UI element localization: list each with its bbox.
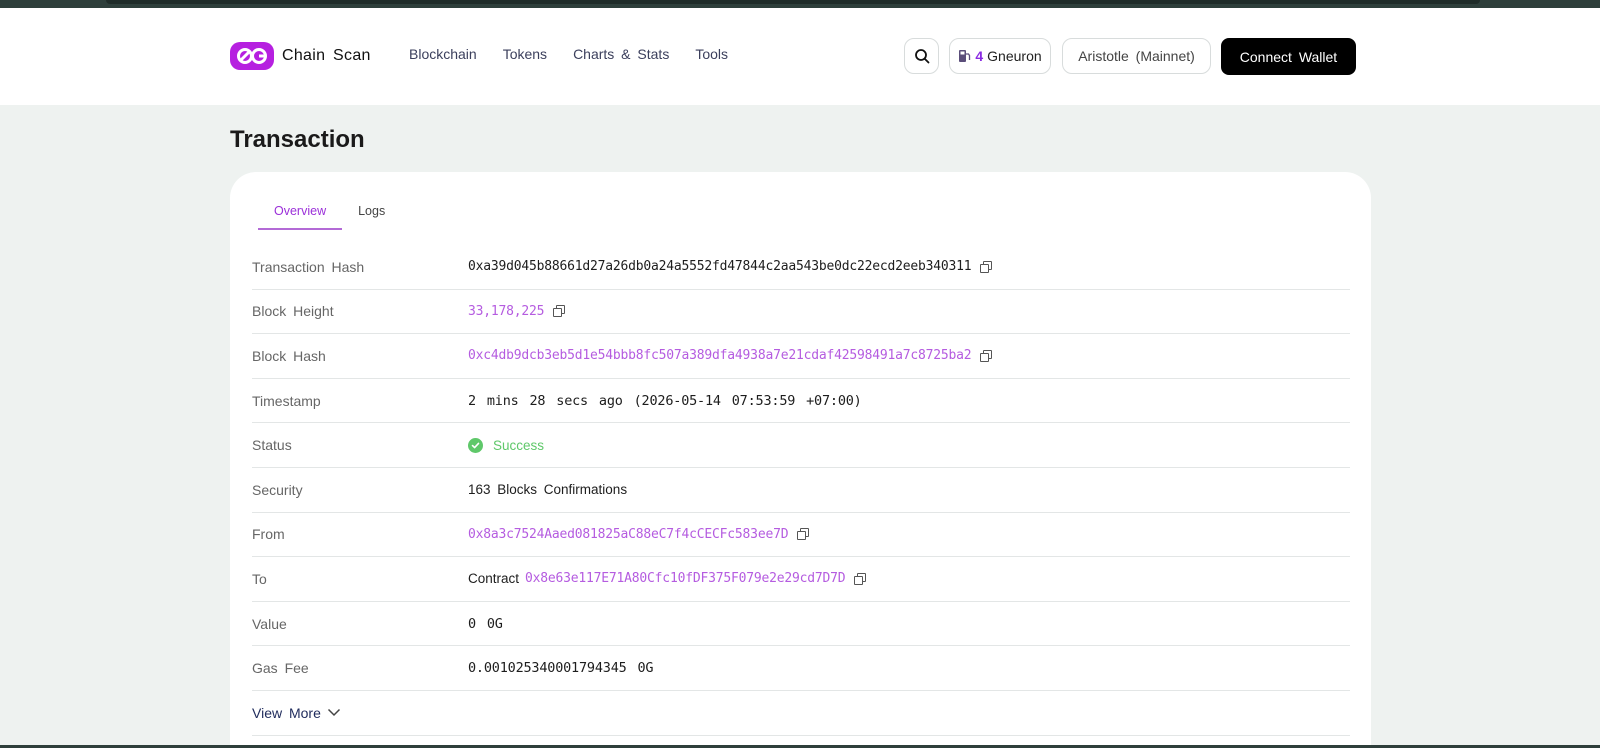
row-block-height: Block Height 33,178,225	[252, 290, 1350, 335]
row-security: Security 163 Blocks Confirmations	[252, 468, 1350, 513]
value-block-hash-wrap: 0xc4db9dcb3eb5d1e54bbb8fc507a389dfa4938a…	[468, 348, 993, 363]
from-address-link[interactable]: 0x8a3c7524Aaed081825aC88eC7f4cCECFc583ee…	[468, 527, 789, 542]
nav-tools[interactable]: Tools	[695, 46, 728, 62]
label-value: Value	[252, 615, 287, 632]
label-from: From	[252, 526, 285, 543]
label-gas-fee: Gas Fee	[252, 660, 309, 677]
nav-charts-stats[interactable]: Charts & Stats	[573, 46, 669, 62]
label-block-hash: Block Hash	[252, 347, 326, 364]
value-to-wrap: Contract 0x8e63e117E71A80Cfc10fDF375F079…	[468, 571, 867, 587]
search-button[interactable]	[904, 38, 939, 74]
value-value: 0 0G	[468, 615, 503, 632]
row-timestamp: Timestamp 2 mins 28 secs ago (2026-05-14…	[252, 379, 1350, 424]
main-nav: Blockchain Tokens Charts & Stats Tools	[409, 46, 728, 62]
search-icon	[914, 49, 929, 64]
browser-top-strip	[0, 0, 1600, 8]
status-badge: Success	[493, 437, 545, 453]
browser-top-strip-inner	[106, 0, 1480, 4]
tab-logs[interactable]: Logs	[342, 195, 401, 230]
row-to: To Contract 0x8e63e117E71A80Cfc10fDF375F…	[252, 557, 1350, 602]
to-address-link[interactable]: 0x8e63e117E71A80Cfc10fDF375F079e2e29cd7D…	[525, 571, 846, 586]
to-prefix: Contract	[468, 571, 520, 587]
label-block-height: Block Height	[252, 303, 334, 320]
page-title: Transaction	[230, 126, 365, 153]
copy-icon[interactable]	[980, 260, 993, 273]
view-more-button[interactable]: View More	[252, 705, 341, 721]
label-transaction-hash: Transaction Hash	[252, 258, 365, 275]
gas-unit: Gneuron	[987, 48, 1042, 64]
logo-mark-icon	[230, 42, 274, 70]
view-more-label: View More	[252, 704, 321, 721]
connect-wallet-button[interactable]: Connect Wallet	[1221, 38, 1356, 75]
check-circle-icon	[468, 437, 483, 453]
value-from-wrap: 0x8a3c7524Aaed081825aC88eC7f4cCECFc583ee…	[468, 527, 810, 542]
copy-icon[interactable]	[797, 528, 810, 541]
logo-text: Chain Scan	[282, 47, 371, 64]
value-block-height-wrap: 33,178,225	[468, 304, 566, 319]
label-security: Security	[252, 481, 303, 498]
transaction-card: Overview Logs Transaction Hash 0xa39d045…	[230, 172, 1371, 748]
row-view-more: View More	[252, 691, 1350, 736]
label-to: To	[252, 570, 267, 587]
row-from: From 0x8a3c7524Aaed081825aC88eC7f4cCECFc…	[252, 513, 1350, 558]
copy-icon[interactable]	[980, 349, 993, 362]
value-security: 163 Blocks Confirmations	[468, 482, 628, 498]
row-status: Status Success	[252, 423, 1350, 468]
value-transaction-hash: 0xa39d045b88661d27a26db0a24a5552fd47844c…	[468, 259, 972, 275]
logo[interactable]: Chain Scan	[230, 42, 371, 70]
copy-icon[interactable]	[854, 572, 867, 585]
tab-overview[interactable]: Overview	[258, 195, 343, 230]
gas-value: 4	[975, 48, 984, 64]
value-timestamp: 2 mins 28 secs ago (2026-05-14 07:53:59 …	[468, 392, 862, 409]
gas-pump-icon	[959, 50, 971, 62]
nav-tokens[interactable]: Tokens	[503, 46, 547, 62]
row-gas-fee: Gas Fee 0.001025340001794345 0G	[252, 646, 1350, 691]
nav-blockchain[interactable]: Blockchain	[409, 46, 477, 62]
details-list: Transaction Hash 0xa39d045b88661d27a26db…	[252, 245, 1350, 736]
label-status: Status	[252, 437, 292, 454]
gas-price-button[interactable]: 4 Gneuron	[949, 38, 1051, 74]
row-block-hash: Block Hash 0xc4db9dcb3eb5d1e54bbb8fc507a…	[252, 334, 1350, 379]
block-height-link[interactable]: 33,178,225	[468, 304, 544, 319]
network-selector[interactable]: Aristotle (Mainnet)	[1062, 38, 1211, 74]
value-gas-fee: 0.001025340001794345 0G	[468, 660, 654, 677]
tab-bar: Overview Logs	[258, 195, 401, 230]
label-timestamp: Timestamp	[252, 392, 321, 409]
value-status-wrap: Success	[468, 437, 545, 453]
block-hash-link[interactable]: 0xc4db9dcb3eb5d1e54bbb8fc507a389dfa4938a…	[468, 348, 972, 363]
chevron-down-icon	[327, 709, 340, 717]
row-transaction-hash: Transaction Hash 0xa39d045b88661d27a26db…	[252, 245, 1350, 290]
row-value: Value 0 0G	[252, 602, 1350, 647]
value-transaction-hash-wrap: 0xa39d045b88661d27a26db0a24a5552fd47844c…	[468, 259, 993, 275]
copy-icon[interactable]	[553, 305, 566, 318]
site-header: Chain Scan Blockchain Tokens Charts & St…	[0, 8, 1600, 105]
